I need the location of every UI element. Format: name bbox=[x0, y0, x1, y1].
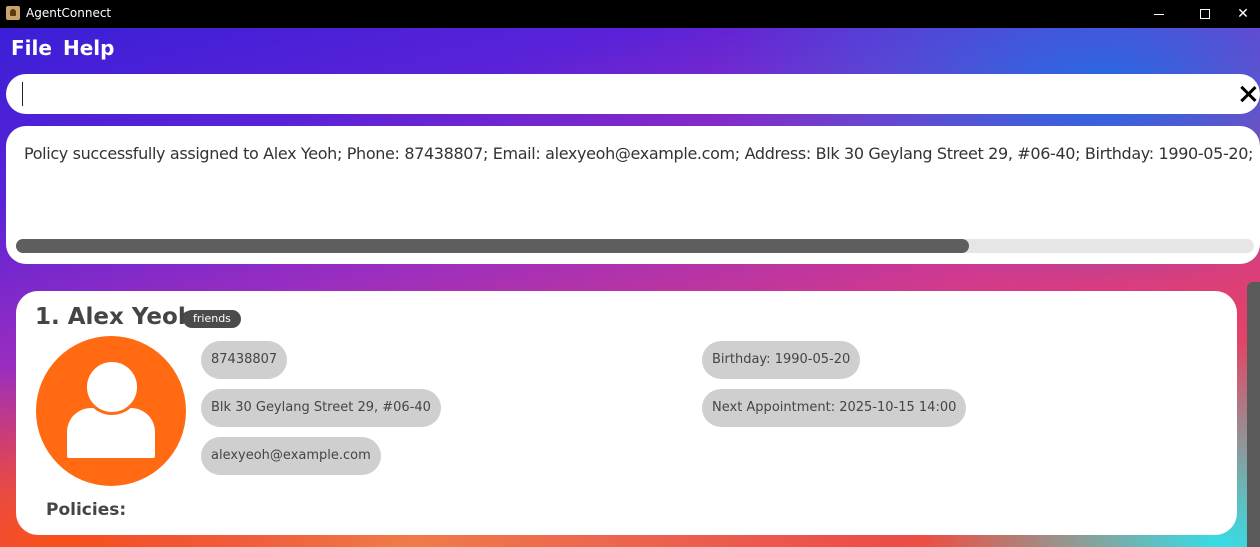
text-caret bbox=[22, 82, 23, 106]
birthday-pill: Birthday: 1990-05-20 bbox=[702, 341, 861, 379]
phone-pill: 87438807 bbox=[201, 341, 288, 379]
address-pill: Blk 30 Geylang Street 29, #06-40 bbox=[201, 389, 441, 427]
app-icon bbox=[6, 6, 20, 20]
result-display: Policy successfully assigned to Alex Yeo… bbox=[6, 126, 1260, 264]
maximize-icon bbox=[1200, 9, 1210, 19]
close-window-button[interactable]: ✕ bbox=[1226, 0, 1260, 28]
avatar-body bbox=[67, 408, 155, 458]
command-input[interactable] bbox=[6, 74, 1260, 114]
person-list-scrollbar[interactable] bbox=[1247, 282, 1260, 547]
minimize-button[interactable] bbox=[1136, 0, 1182, 28]
menu-help[interactable]: Help bbox=[63, 36, 114, 60]
maximize-button[interactable] bbox=[1182, 0, 1228, 28]
result-message: Policy successfully assigned to Alex Yeo… bbox=[24, 144, 1254, 163]
email-pill: alexyeoh@example.com bbox=[201, 437, 381, 475]
title-bar: AgentConnect ✕ bbox=[0, 0, 1260, 28]
person-card[interactable]: 1. Alex Yeoh friends 87438807 Blk 30 Gey… bbox=[16, 291, 1237, 535]
avatar-icon bbox=[36, 336, 186, 486]
result-scrollbar-thumb[interactable] bbox=[16, 239, 969, 253]
policies-label: Policies: bbox=[46, 500, 127, 520]
appointment-pill: Next Appointment: 2025-10-15 14:00 bbox=[702, 389, 967, 427]
window-title: AgentConnect bbox=[26, 6, 112, 20]
close-icon: ✕ bbox=[1237, 6, 1249, 22]
person-name: 1. Alex Yeoh bbox=[35, 304, 195, 330]
minimize-icon bbox=[1154, 13, 1164, 15]
clear-command-button[interactable] bbox=[1236, 82, 1260, 106]
tag-badge: friends bbox=[183, 310, 241, 328]
avatar-head bbox=[84, 359, 140, 415]
menu-file[interactable]: File bbox=[11, 36, 52, 60]
